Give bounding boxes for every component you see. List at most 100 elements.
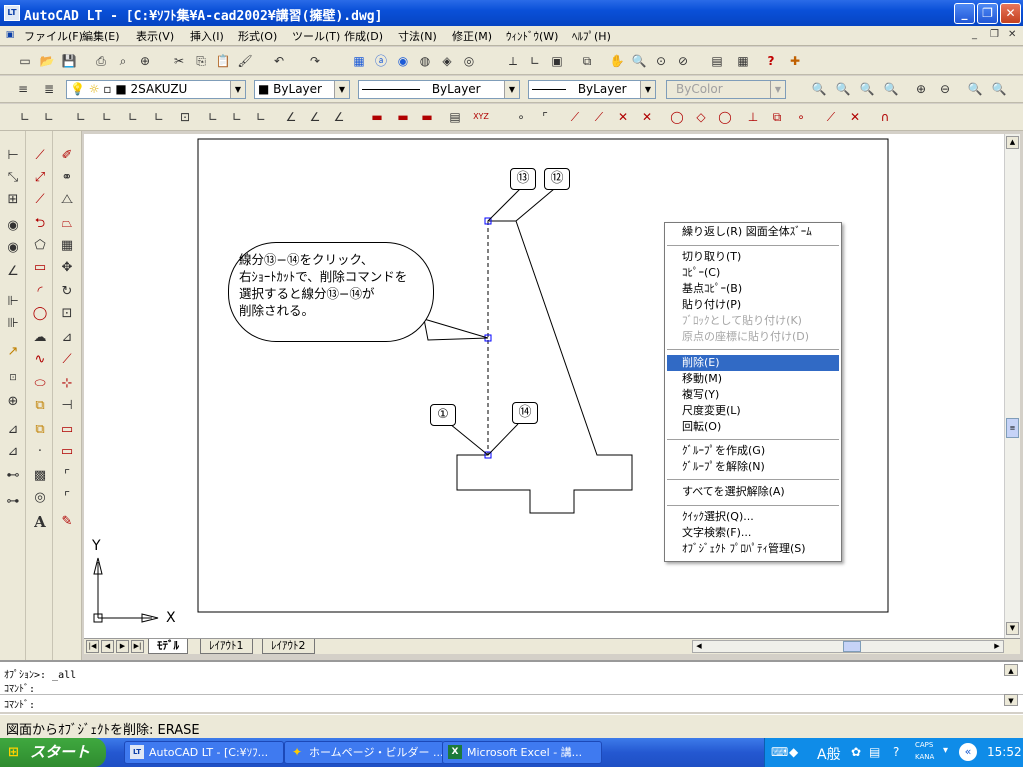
menu-scale[interactable]: 尺度変更(L) xyxy=(667,403,839,419)
doc-minimize-button[interactable]: _ xyxy=(972,29,977,40)
menu-properties[interactable]: ｵﾌﾞｼﾞｪｸﾄ ﾌﾟﾛﾊﾟﾃｨ管理(S) xyxy=(667,541,839,557)
show-hidden-icons-icon[interactable]: « xyxy=(959,743,977,761)
dim-leader-icon[interactable]: ↗ xyxy=(2,341,24,363)
close-button[interactable]: ✕ xyxy=(1000,3,1021,24)
scroll-thumb[interactable]: ≡ xyxy=(1006,418,1019,438)
rectangle-icon[interactable]: ▭ xyxy=(29,257,51,279)
zoom-previous-icon[interactable]: ⊘ xyxy=(674,52,692,70)
menu-edit[interactable]: 編集(E) xyxy=(82,28,120,44)
publish-icon[interactable]: ⊕ xyxy=(136,52,154,70)
zoom-extents-icon[interactable]: 🔍 xyxy=(990,80,1008,98)
dim-center-icon[interactable]: ⊕ xyxy=(2,391,24,413)
tab-layout2[interactable]: ﾚｲｱｳﾄ2 xyxy=(262,639,315,654)
menu-dimension[interactable]: 寸法(N) xyxy=(398,28,437,44)
ellipse-icon[interactable]: ⬭ xyxy=(29,373,51,395)
menu-group[interactable]: ｸﾞﾙｰﾌﾟを作成(G) xyxy=(667,443,839,459)
menu-tools[interactable]: ツール(T) xyxy=(292,28,340,44)
zoom-out-icon[interactable]: ⊖ xyxy=(936,80,954,98)
tray-toggle-icon[interactable]: ▾ xyxy=(943,745,948,756)
ime-help-icon[interactable]: ? xyxy=(893,745,899,759)
mirror-icon[interactable]: ⧍ xyxy=(56,189,78,211)
document-icon[interactable]: ▣ xyxy=(2,27,18,43)
menu-copy-base[interactable]: 基点ｺﾋﾟｰ(B) xyxy=(667,281,839,297)
start-button[interactable]: ⊞ スタート xyxy=(0,738,106,767)
lengthen-icon[interactable]: ⟋ xyxy=(56,349,78,371)
polygon-icon[interactable]: ⬠ xyxy=(29,235,51,257)
tab-last-icon[interactable]: ▶| xyxy=(131,640,144,653)
zoom-window-icon[interactable]: 🔍 xyxy=(810,80,828,98)
menu-rotate[interactable]: 回転(O) xyxy=(667,419,839,435)
chevron-down-icon[interactable]: ▼ xyxy=(504,81,519,98)
ucs-named-icon[interactable]: ∠ xyxy=(306,108,324,126)
dim-text-edit-icon[interactable]: ⊿ xyxy=(2,441,24,463)
redo-icon[interactable]: ↷ xyxy=(306,52,324,70)
tab-layout1[interactable]: ﾚｲｱｳﾄ1 xyxy=(200,639,253,654)
zoom-all-icon[interactable]: 🔍 xyxy=(966,80,984,98)
color-select[interactable]: ■ ByLayer ▼ xyxy=(254,80,350,99)
chevron-down-icon[interactable]: ▼ xyxy=(230,81,245,98)
ucs-origin-icon[interactable]: ∟ xyxy=(72,108,90,126)
arc-icon[interactable]: ◜ xyxy=(29,281,51,303)
task-excel[interactable]: X Microsoft Excel - 講... xyxy=(442,741,602,764)
menu-paste[interactable]: 貼り付け(P) xyxy=(667,297,839,313)
open-icon[interactable]: 📂 xyxy=(38,52,56,70)
ucs-z-icon[interactable]: ∟ xyxy=(98,108,116,126)
break-icon[interactable]: ▭ xyxy=(56,419,78,441)
print-icon[interactable]: ⎙ xyxy=(92,52,110,70)
menu-deselect-all[interactable]: すべてを選択解除(A) xyxy=(667,484,839,500)
spline-icon[interactable]: ∿ xyxy=(29,349,51,371)
dim-angular-icon[interactable]: ∠ xyxy=(2,261,24,283)
block-icon[interactable]: ⧉ xyxy=(578,52,596,70)
web-icon[interactable]: ◎ xyxy=(460,52,478,70)
move-icon[interactable]: ✥ xyxy=(56,257,78,279)
trim-icon[interactable]: ⊹ xyxy=(56,373,78,395)
tab-model[interactable]: ﾓﾃﾞﾙ xyxy=(148,639,188,654)
dim-linear-icon[interactable]: ▬ xyxy=(368,108,386,126)
break-at-point-icon[interactable]: ▭ xyxy=(56,441,78,463)
array-icon[interactable]: ▦ xyxy=(56,235,78,257)
chamfer-icon[interactable]: ⌜ xyxy=(56,465,78,487)
vertical-scrollbar[interactable]: ▲ ≡ ▼ xyxy=(1004,134,1020,638)
tab-first-icon[interactable]: |◀ xyxy=(86,640,99,653)
menu-modify[interactable]: 修正(M) xyxy=(452,28,492,44)
linetype-select[interactable]: ByLayer ▼ xyxy=(358,80,520,99)
dim-ordinate-icon[interactable]: ⊞ xyxy=(2,189,24,211)
restore-button[interactable]: ❐ xyxy=(977,3,998,24)
lineweight-select[interactable]: ByLayer ▼ xyxy=(528,80,656,99)
menu-view[interactable]: 表示(V) xyxy=(136,28,174,44)
preview-icon[interactable]: ⌕ xyxy=(114,52,132,70)
dim-diameter-icon[interactable]: ◉ xyxy=(2,237,24,259)
snap-insert-icon[interactable]: ⧉ xyxy=(768,108,786,126)
offset-icon[interactable]: ⏢ xyxy=(56,213,78,235)
menu-window[interactable]: ｳｨﾝﾄﾞｳ(W) xyxy=(506,28,558,44)
scroll-right-icon[interactable]: ▶ xyxy=(991,641,1003,652)
dim-aligned-icon[interactable]: ⤡ xyxy=(2,167,24,189)
dim-ordinate-icon[interactable]: XYZ xyxy=(472,108,490,126)
menu-move[interactable]: 移動(M) xyxy=(667,371,839,387)
menu-file[interactable]: ファイル(F) xyxy=(24,28,83,44)
layout-icon[interactable]: ▤ xyxy=(708,52,726,70)
tab-prev-icon[interactable]: ◀ xyxy=(101,640,114,653)
point-icon[interactable]: · xyxy=(29,441,51,463)
zoom-in-icon[interactable]: ⊕ xyxy=(912,80,930,98)
chevron-down-icon[interactable]: ▼ xyxy=(334,81,349,98)
zoom-scale-icon[interactable]: 🔍 xyxy=(858,80,876,98)
snap-none-icon[interactable]: ✕ xyxy=(846,108,864,126)
revcloud-icon[interactable]: ☁ xyxy=(29,327,51,349)
dim-radius-icon[interactable]: ▬ xyxy=(418,108,436,126)
snap-perpendicular-icon[interactable]: ⊥ xyxy=(744,108,762,126)
zoom-dynamic-icon[interactable]: 🔍 xyxy=(834,80,852,98)
copy-object-icon[interactable]: ⚭ xyxy=(56,167,78,189)
extra-icon[interactable]: ✚ xyxy=(786,52,804,70)
dim-aligned-icon[interactable]: ▬ xyxy=(394,108,412,126)
menu-find[interactable]: 文字検索(F)... xyxy=(667,525,839,541)
ime-mode[interactable]: A般 xyxy=(817,744,841,764)
ucs-object-icon[interactable]: ∟ xyxy=(150,108,168,126)
ime-pad-icon[interactable]: ◆ xyxy=(789,745,798,759)
keyboard-icon[interactable]: ⌨ xyxy=(771,745,788,759)
ucs-y-icon[interactable]: ∟ xyxy=(228,108,246,126)
snap-midpoint-icon[interactable]: ⟋ xyxy=(590,108,608,126)
dim-linear-icon[interactable]: ⊢ xyxy=(2,145,24,167)
snap-tangent-icon[interactable]: ◯ xyxy=(716,108,734,126)
command-window[interactable]: ｵﾌﾟｼｮﾝ>: _all ｺﾏﾝﾄﾞ: ｺﾏﾝﾄﾞ: ▲ ▼ xyxy=(0,660,1023,712)
